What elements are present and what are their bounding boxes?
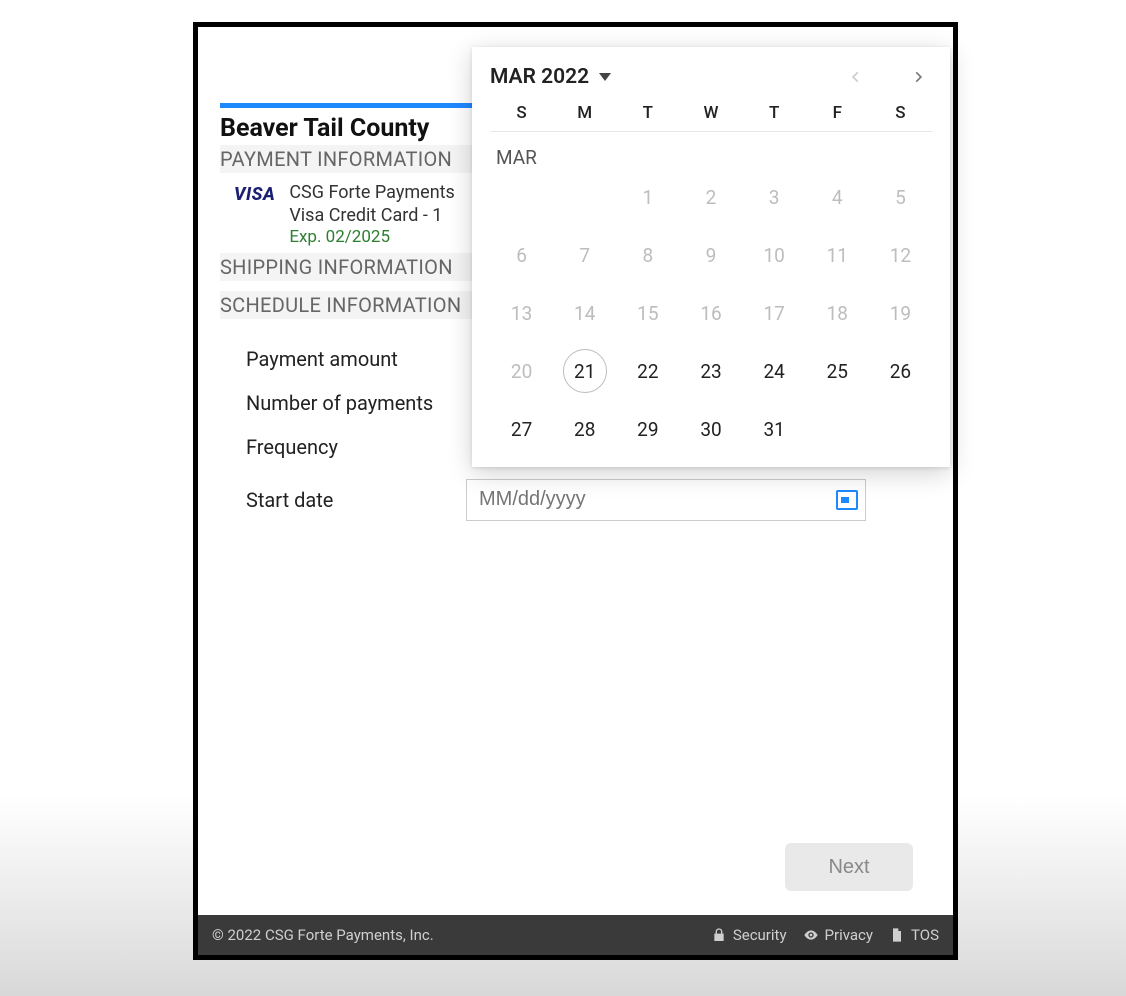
datepicker-month-selector[interactable]: MAR 2022 (490, 65, 611, 89)
datepicker-day: 8 (616, 233, 679, 277)
start-date-input[interactable] (466, 479, 866, 521)
start-date-input-wrap (466, 479, 866, 521)
datepicker-day: 10 (743, 233, 806, 277)
datepicker-dow: T (743, 103, 806, 123)
card-type-last4: Visa Credit Card - 1 (289, 204, 454, 227)
datepicker-dow: W (679, 103, 742, 123)
datepicker-dow: S (490, 103, 553, 123)
datepicker-next-button[interactable] (904, 63, 932, 91)
datepicker-dow-row: SMTWTFS (490, 103, 932, 132)
calendar-icon[interactable] (836, 490, 858, 510)
datepicker-day[interactable]: 23 (679, 349, 742, 393)
datepicker-day[interactable]: 28 (553, 407, 616, 451)
datepicker-day[interactable]: 30 (679, 407, 742, 451)
chevron-right-icon (911, 66, 925, 88)
datepicker-day[interactable]: 22 (616, 349, 679, 393)
datepicker-empty-cell (553, 175, 616, 219)
datepicker-month-short: MAR (496, 146, 932, 169)
chevron-left-icon (849, 66, 863, 88)
datepicker-day: 17 (743, 291, 806, 335)
datepicker-dow: M (553, 103, 616, 123)
datepicker-day: 2 (679, 175, 742, 219)
chevron-down-icon (599, 73, 611, 81)
lock-icon (711, 927, 727, 943)
datepicker-popup: MAR 2022 SMTWTFS MAR 1234567891011121314… (472, 47, 950, 467)
app-frame: Beaver Tail County PAYMENT INFORMATION V… (193, 22, 958, 960)
visa-logo: VISA (234, 181, 275, 205)
datepicker-day: 5 (869, 175, 932, 219)
datepicker-day: 19 (869, 291, 932, 335)
label-number-of-payments: Number of payments (246, 391, 466, 415)
datepicker-day: 9 (679, 233, 742, 277)
datepicker-day: 6 (490, 233, 553, 277)
accent-bar (220, 103, 480, 108)
datepicker-header: MAR 2022 (490, 63, 932, 91)
footer-link-tos[interactable]: TOS (889, 926, 939, 944)
label-frequency: Frequency (246, 435, 466, 459)
datepicker-day: 13 (490, 291, 553, 335)
document-icon (889, 927, 905, 943)
datepicker-day: 12 (869, 233, 932, 277)
datepicker-day: 4 (806, 175, 869, 219)
datepicker-day[interactable]: 24 (743, 349, 806, 393)
datepicker-month-label: MAR 2022 (490, 65, 589, 89)
footer-link-privacy[interactable]: Privacy (803, 926, 873, 944)
datepicker-day: 11 (806, 233, 869, 277)
datepicker-day[interactable]: 26 (869, 349, 932, 393)
label-payment-amount: Payment amount (246, 347, 466, 371)
footer: © 2022 CSG Forte Payments, Inc. Security… (198, 915, 953, 955)
datepicker-dow: S (869, 103, 932, 123)
datepicker-prev-button[interactable] (842, 63, 870, 91)
eye-icon (803, 927, 819, 943)
datepicker-day: 3 (743, 175, 806, 219)
datepicker-day[interactable]: 25 (806, 349, 869, 393)
datepicker-day[interactable]: 21 (563, 349, 607, 393)
datepicker-day: 16 (679, 291, 742, 335)
datepicker-day[interactable]: 27 (490, 407, 553, 451)
card-owner: CSG Forte Payments (289, 181, 454, 204)
footer-link-security[interactable]: Security (711, 926, 787, 944)
datepicker-day: 7 (553, 233, 616, 277)
footer-link-tos-label: TOS (911, 926, 939, 944)
datepicker-day: 18 (806, 291, 869, 335)
footer-link-security-label: Security (733, 926, 787, 944)
card-lines: CSG Forte Payments Visa Credit Card - 1 … (289, 181, 454, 249)
datepicker-day: 20 (490, 349, 553, 393)
card-expiry: Exp. 02/2025 (289, 227, 454, 249)
datepicker-nav (842, 63, 932, 91)
footer-copyright: © 2022 CSG Forte Payments, Inc. (212, 926, 434, 944)
datepicker-days-grid: 1234567891011121314151617181920212223242… (490, 175, 932, 451)
label-start-date: Start date (246, 488, 466, 512)
datepicker-dow: T (616, 103, 679, 123)
datepicker-day[interactable]: 31 (743, 407, 806, 451)
datepicker-dow: F (806, 103, 869, 123)
datepicker-day: 1 (616, 175, 679, 219)
datepicker-day: 15 (616, 291, 679, 335)
next-button[interactable]: Next (785, 843, 913, 891)
footer-link-privacy-label: Privacy (825, 926, 873, 944)
datepicker-empty-cell (490, 175, 553, 219)
datepicker-day[interactable]: 29 (616, 407, 679, 451)
datepicker-day: 14 (553, 291, 616, 335)
row-start-date: Start date (220, 469, 931, 531)
